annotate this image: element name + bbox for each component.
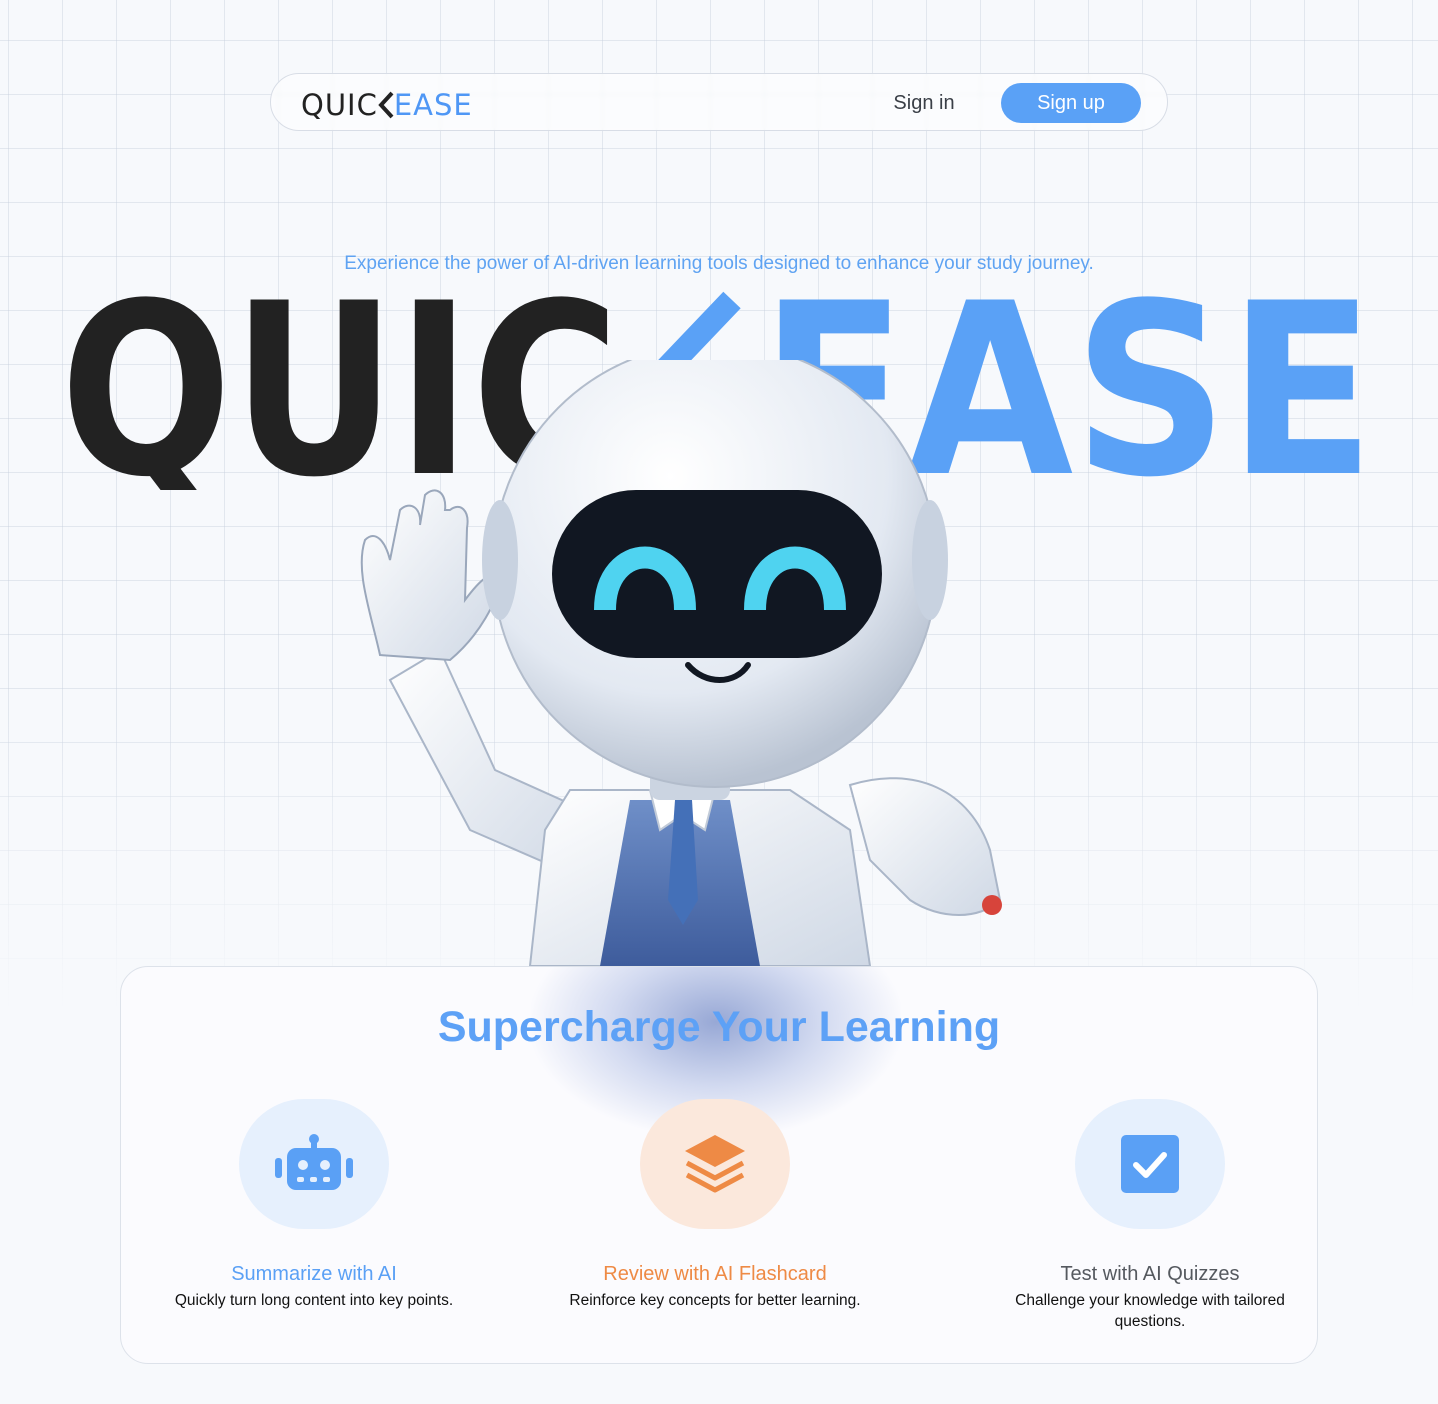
layers-icon [685, 1135, 745, 1193]
features-title: Supercharge Your Learning [437, 1003, 1001, 1051]
feature-icon-circle [640, 1099, 790, 1229]
logo[interactable]: QUIC EASE [301, 88, 473, 122]
feature-flashcard[interactable]: Review with AI Flashcard Reinforce key c… [550, 1099, 880, 1311]
logo-chevron-icon [378, 91, 394, 119]
feature-description: Quickly turn long content into key point… [174, 1292, 454, 1309]
logo-text-blue: EASE [393, 88, 473, 122]
sign-in-button[interactable]: Sign in [879, 83, 969, 123]
feature-title: Summarize with AI [231, 1263, 397, 1285]
feature-summarize[interactable]: Summarize with AI Quickly turn long cont… [149, 1099, 479, 1311]
feature-quizzes[interactable]: Test with AI Quizzes Challenge your know… [985, 1099, 1315, 1332]
sign-up-button[interactable]: Sign up [1001, 83, 1141, 123]
logo-text-dark: QUIC [301, 88, 378, 122]
feature-icon-circle [239, 1099, 389, 1229]
hero-tagline: Experience the power of AI-driven learni… [344, 253, 1094, 274]
features-card: Supercharge Your Learning Summarize with… [120, 966, 1318, 1364]
feature-title: Test with AI Quizzes [1060, 1263, 1240, 1285]
checkbox-icon [1121, 1135, 1179, 1193]
feature-title: Review with AI Flashcard [603, 1263, 827, 1285]
robot-icon [275, 1134, 353, 1190]
feature-description: Challenge your knowledge with tailored q… [1015, 1292, 1285, 1330]
feature-icon-circle [1075, 1099, 1225, 1229]
robot-mascot-illustration [360, 360, 1002, 966]
navbar: QUIC EASE Sign in Sign up [270, 73, 1168, 131]
feature-description: Reinforce key concepts for better learni… [569, 1292, 861, 1309]
